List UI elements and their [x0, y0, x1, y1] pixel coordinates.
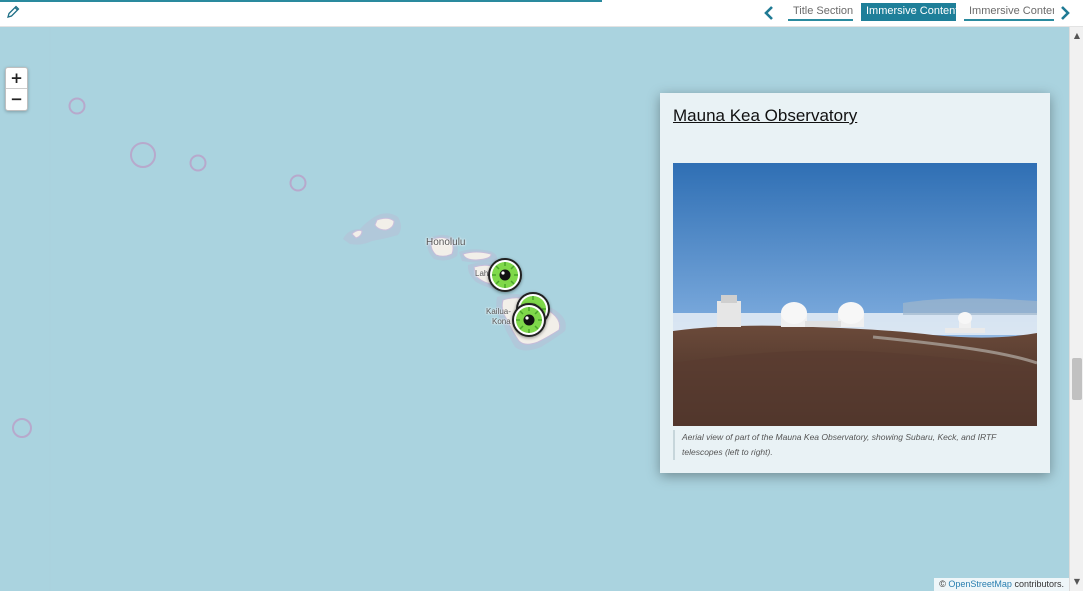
- tab-immersive-content[interactable]: Immersive Content: [964, 3, 1054, 21]
- observatory-marker-icon[interactable]: [488, 258, 522, 292]
- observatory-photo: [673, 163, 1037, 426]
- tab-immersive-content-active[interactable]: Immersive Content: [861, 3, 956, 21]
- zoom-in-button[interactable]: +: [6, 68, 27, 89]
- map-canvas[interactable]: + − Honolulu Lah Kailua- Kona Mauna Kea …: [0, 27, 1069, 591]
- story-header: Title Section Immersive Content Immersiv…: [0, 0, 1083, 27]
- page-scrollbar[interactable]: ▲ ▼: [1069, 27, 1083, 591]
- scroll-up-arrow-icon[interactable]: ▲: [1070, 29, 1083, 43]
- map-label-kailua: Kailua-: [486, 307, 511, 316]
- observatory-marker-icon[interactable]: [512, 303, 546, 337]
- location-info-panel: Mauna Kea Observatory Aerial view of par…: [660, 93, 1050, 473]
- story-progress-bar: [0, 0, 602, 2]
- chevron-right-icon[interactable]: [1058, 3, 1072, 23]
- scroll-down-arrow-icon[interactable]: ▼: [1070, 575, 1083, 589]
- panel-title[interactable]: Mauna Kea Observatory: [673, 106, 857, 126]
- tab-title-section[interactable]: Title Section: [788, 3, 853, 21]
- chevron-left-icon[interactable]: [762, 3, 776, 23]
- map-label-kona: Kona: [492, 317, 511, 326]
- openstreetmap-link[interactable]: OpenStreetMap: [948, 579, 1012, 589]
- map-label-lahaina: Lah: [475, 269, 489, 278]
- zoom-out-button[interactable]: −: [6, 89, 27, 110]
- pencil-icon[interactable]: [5, 4, 21, 20]
- photo-caption: Aerial view of part of the Mauna Kea Obs…: [673, 430, 1037, 460]
- zoom-control: + −: [5, 67, 28, 111]
- scrollbar-thumb[interactable]: [1072, 358, 1082, 400]
- map-label-honolulu: Honolulu: [426, 237, 466, 248]
- map-attribution: © OpenStreetMap contributors.: [934, 578, 1069, 591]
